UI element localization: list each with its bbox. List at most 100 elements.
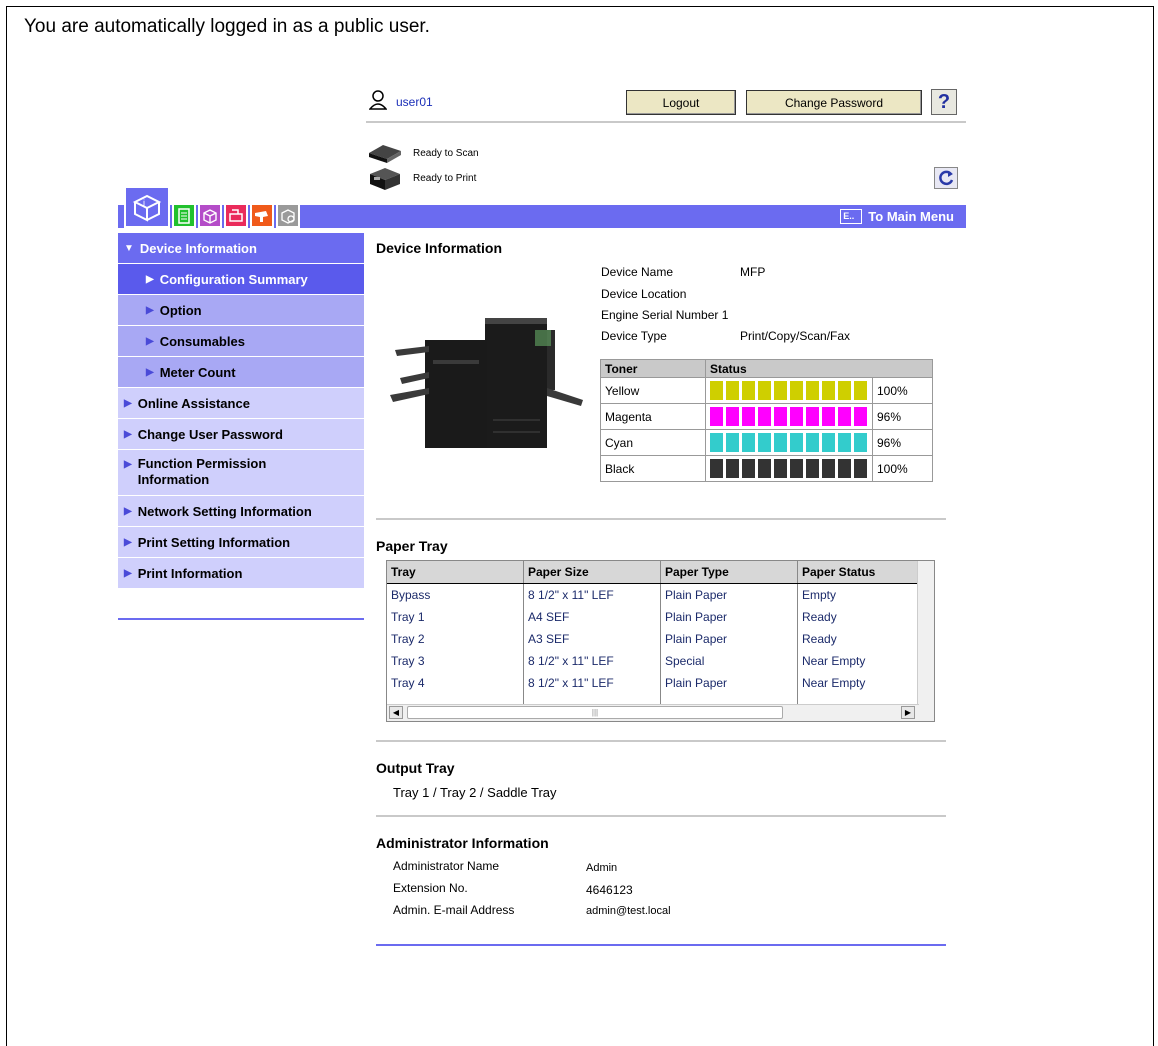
toner-segment <box>726 407 739 426</box>
toner-segment <box>790 433 803 452</box>
paper-type-cell: Plain Paper <box>660 606 798 628</box>
vertical-scrollbar[interactable] <box>917 561 934 721</box>
sidebar-item-change-user-password[interactable]: ▶ Change User Password <box>118 419 364 450</box>
toner-segment <box>742 381 755 400</box>
horizontal-scrollbar[interactable]: ◀ ||| ▶ <box>387 704 919 721</box>
toner-segment <box>822 459 835 478</box>
sidebar-item-online-assistance[interactable]: ▶ Online Assistance <box>118 388 364 419</box>
sidebar-item-configuration-summary[interactable]: ▶ Configuration Summary <box>118 264 364 295</box>
device-info-tab[interactable]: i <box>124 186 170 228</box>
table-row: Bypass 8 1/2" x 11" LEF Plain Paper Empt… <box>387 583 919 606</box>
header-divider <box>366 121 966 123</box>
toner-level-bar <box>710 381 868 400</box>
paper-type-cell: Plain Paper <box>660 583 798 606</box>
refresh-icon <box>939 170 954 186</box>
section-divider <box>376 518 946 520</box>
toner-segment <box>710 407 723 426</box>
toner-name: Black <box>600 455 706 482</box>
toner-header: Toner <box>600 359 706 378</box>
sidebar-item-print-information[interactable]: ▶ Print Information <box>118 558 364 589</box>
device-information-title: Device Information <box>376 240 503 256</box>
box-tab[interactable] <box>198 203 222 228</box>
sidebar-item-label: Print Information <box>137 565 243 581</box>
user-name-link[interactable]: user01 <box>396 95 433 109</box>
sidebar-item-print-setting[interactable]: ▶ Print Setting Information <box>118 527 364 558</box>
toner-level-bar <box>710 459 868 478</box>
scan-status-text: Ready to Scan <box>413 147 479 159</box>
tray-cell: Bypass <box>387 583 524 606</box>
toner-segment <box>854 433 867 452</box>
device-type-label: Device Type <box>601 329 667 343</box>
paper-status-cell: Ready <box>797 606 919 628</box>
toner-segment <box>758 433 771 452</box>
print-icon <box>229 208 243 222</box>
toner-percent: 96% <box>872 429 933 456</box>
toner-percent: 96% <box>872 403 933 430</box>
printer-image <box>390 318 583 448</box>
to-main-menu-link[interactable]: E.. To Main Menu <box>840 209 954 224</box>
tray-cell: Tray 1 <box>387 606 524 628</box>
toner-segment <box>806 407 819 426</box>
paper-tray-table: Tray Paper Size Paper Type Paper Status … <box>387 561 919 712</box>
paper-tray-list[interactable]: Tray Paper Size Paper Type Paper Status … <box>386 560 935 722</box>
printer-status-icon <box>370 168 400 190</box>
help-button[interactable]: ? <box>931 89 957 115</box>
toner-segment <box>838 407 851 426</box>
change-password-button[interactable]: Change Password <box>746 90 922 115</box>
toner-name: Yellow <box>600 377 706 404</box>
toner-segment <box>710 459 723 478</box>
sidebar-item-label: Network Setting Information <box>137 503 312 519</box>
toner-segment <box>838 459 851 478</box>
sidebar-item-device-information[interactable]: ▼ Device Information <box>118 233 364 264</box>
box-icon <box>203 208 217 224</box>
toner-percent: 100% <box>872 377 933 404</box>
sidebar-item-label: Configuration Summary <box>159 271 308 287</box>
toner-level-bar <box>710 433 868 452</box>
sidebar-item-option[interactable]: ▶ Option <box>118 295 364 326</box>
sidebar-item-label: Meter Count <box>159 364 236 380</box>
scroll-right-arrow[interactable]: ▶ <box>901 706 915 719</box>
toner-segment <box>822 381 835 400</box>
paper-size-cell: A3 SEF <box>523 628 661 650</box>
sidebar-item-label: Device Information <box>139 240 257 256</box>
scanner-icon <box>369 145 401 163</box>
job-tab[interactable] <box>172 203 196 228</box>
print-status-text: Ready to Print <box>413 172 477 184</box>
toner-segment <box>742 459 755 478</box>
toner-segment <box>758 381 771 400</box>
device-name-value: MFP <box>740 265 766 279</box>
toner-segment <box>806 459 819 478</box>
toner-segment <box>710 433 723 452</box>
scroll-thumb[interactable]: ||| <box>407 706 783 719</box>
tray-cell: Tray 3 <box>387 650 524 672</box>
paper-size-cell: 8 1/2" x 11" LEF <box>523 650 661 672</box>
toner-segment <box>838 433 851 452</box>
toner-percent: 100% <box>872 455 933 482</box>
table-row: Tray 2 A3 SEF Plain Paper Ready <box>387 628 919 650</box>
sidebar-item-function-permission[interactable]: ▶ Function Permission Information <box>118 450 364 496</box>
sidebar-item-meter-count[interactable]: ▶ Meter Count <box>118 357 364 388</box>
sidebar-item-label: Function Permission Information <box>137 456 267 487</box>
paper-type-cell: Plain Paper <box>660 628 798 650</box>
network-tab[interactable] <box>276 203 300 228</box>
paper-status-cell: Empty <box>797 583 919 606</box>
store-address-tab[interactable] <box>250 203 274 228</box>
device-info-icon: i <box>132 194 162 222</box>
sidebar: ▼ Device Information ▶ Configuration Summa… <box>118 233 364 620</box>
sidebar-item-network-setting[interactable]: ▶ Network Setting Information <box>118 496 364 527</box>
toner-segment <box>854 407 867 426</box>
toner-segment <box>822 433 835 452</box>
toner-segment <box>774 381 787 400</box>
toner-row-yellow: Yellow 100% <box>600 377 933 404</box>
print-tab[interactable] <box>224 203 248 228</box>
toner-segment <box>774 459 787 478</box>
scroll-left-arrow[interactable]: ◀ <box>389 706 403 719</box>
logout-button[interactable]: Logout <box>626 90 736 115</box>
toner-segment <box>758 407 771 426</box>
output-tray-value: Tray 1 / Tray 2 / Saddle Tray <box>393 785 557 800</box>
sidebar-item-consumables[interactable]: ▶ Consumables <box>118 326 364 357</box>
category-tabs: i <box>124 186 300 228</box>
printer-status: Ready to Print <box>367 166 476 190</box>
administrator-title: Administrator Information <box>376 835 549 851</box>
refresh-button[interactable] <box>934 167 958 189</box>
